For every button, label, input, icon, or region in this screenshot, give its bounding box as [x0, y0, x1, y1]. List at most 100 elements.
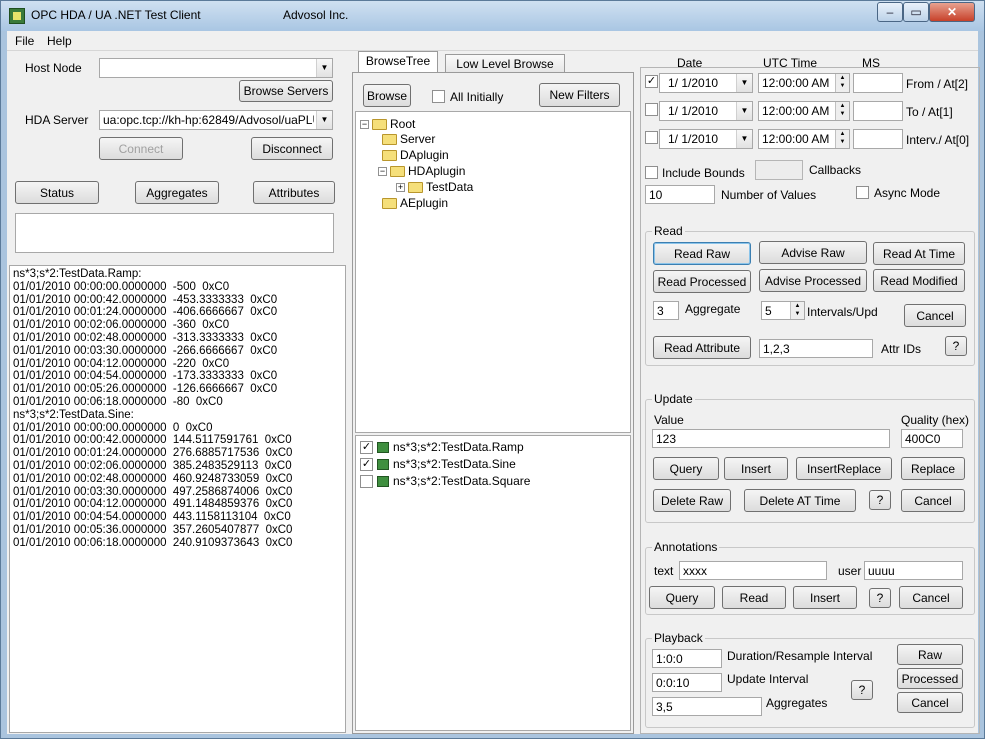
insert-replace-button[interactable]: InsertReplace	[796, 457, 892, 480]
replace-button[interactable]: Replace	[901, 457, 965, 480]
advise-raw-button[interactable]: Advise Raw	[759, 241, 867, 264]
browse-button[interactable]: Browse	[363, 84, 411, 107]
annotation-text-field[interactable]: xxxx	[679, 561, 827, 580]
hda-server-label: HDA Server	[25, 113, 89, 127]
disconnect-button[interactable]: Disconnect	[251, 137, 333, 160]
tab-low-level-browse[interactable]: Low Level Browse	[445, 54, 565, 72]
read-help-button[interactable]: ?	[945, 336, 967, 356]
results-log[interactable]: ns*3;s*2:TestData.Ramp: 01/01/2010 00:00:…	[9, 265, 346, 733]
advise-processed-button[interactable]: Advise Processed	[759, 269, 867, 292]
tag-ramp-checkbox[interactable]: ✓	[360, 441, 373, 455]
annotation-help-button[interactable]: ?	[869, 588, 891, 608]
read-modified-button[interactable]: Read Modified	[873, 269, 965, 292]
playback-help-button[interactable]: ?	[851, 680, 873, 700]
to-date-picker[interactable]: 1/ 1/2010 ▼	[659, 101, 753, 121]
from-checkbox[interactable]: ✓	[645, 75, 658, 88]
to-time-field[interactable]: 12:00:00 AM ▲ ▼	[758, 101, 850, 121]
tree-node-daplugin[interactable]: DAplugin	[382, 148, 449, 162]
attr-ids-field[interactable]: 1,2,3	[759, 339, 873, 358]
attr-ids-label: Attr IDs	[881, 342, 922, 356]
chevron-down-icon[interactable]: ▼	[316, 59, 332, 77]
log-line: 01/01/2010 00:03:30.0000000 497.25868740…	[13, 485, 293, 498]
intervals-field[interactable]: 5 ▲ ▼	[761, 301, 805, 320]
maximize-button[interactable]: ▭	[903, 2, 929, 22]
aggregate-field[interactable]: 3	[653, 301, 679, 320]
connect-button[interactable]: Connect	[99, 137, 183, 160]
playback-processed-button[interactable]: Processed	[897, 668, 963, 689]
async-mode-checkbox[interactable]	[856, 186, 869, 199]
from-date-picker[interactable]: 1/ 1/2010 ▼	[659, 73, 753, 93]
attributes-button[interactable]: Attributes	[253, 181, 335, 204]
collapse-icon[interactable]: −	[378, 167, 387, 177]
update-interval-field[interactable]: 0:0:10	[652, 673, 722, 692]
from-ms-field[interactable]	[853, 73, 903, 93]
delete-at-time-button[interactable]: Delete AT Time	[744, 489, 856, 512]
to-ms-field[interactable]	[853, 101, 903, 121]
new-filters-button[interactable]: New Filters	[539, 83, 620, 107]
update-insert-button[interactable]: Insert	[724, 457, 788, 480]
menu-help[interactable]: Help	[47, 34, 72, 48]
delete-raw-button[interactable]: Delete Raw	[653, 489, 731, 512]
interval-ms-field[interactable]	[853, 129, 903, 149]
playback-cancel-button[interactable]: Cancel	[897, 692, 963, 713]
from-time-field[interactable]: 12:00:00 AM ▲ ▼	[758, 73, 850, 93]
to-checkbox[interactable]	[645, 103, 658, 116]
duration-field[interactable]: 1:0:0	[652, 649, 722, 668]
tree-node-hdaplugin[interactable]: − HDAplugin	[378, 164, 465, 178]
log-lines: ns*3;s*2:TestData.Ramp: 01/01/2010 00:00:…	[13, 268, 342, 550]
tree-node-aeplugin[interactable]: AEplugin	[382, 196, 448, 210]
tag-square-checkbox[interactable]	[360, 475, 373, 489]
read-at-time-button[interactable]: Read At Time	[873, 242, 965, 265]
browse-servers-button[interactable]: Browse Servers	[239, 80, 333, 102]
tree-node-testdata[interactable]: + TestData	[396, 180, 473, 194]
hda-server-combo[interactable]: ua:opc.tcp://kh-hp:62849/Advosol/uaPLUS …	[99, 110, 333, 130]
playback-aggregates-field[interactable]: 3,5	[652, 697, 762, 716]
annotation-user-field[interactable]: uuuu	[864, 561, 963, 580]
annotation-cancel-button[interactable]: Cancel	[899, 586, 963, 609]
close-button[interactable]: ✕	[929, 2, 975, 22]
chevron-down-icon[interactable]: ▼	[736, 74, 752, 92]
chevron-down-icon[interactable]: ▼	[316, 111, 332, 129]
read-cancel-button[interactable]: Cancel	[904, 304, 966, 327]
browse-tree[interactable]: − Root Server DAplugin − HDAplugin + TestDa…	[355, 111, 631, 433]
update-value-field[interactable]: 123	[652, 429, 890, 448]
read-attribute-button[interactable]: Read Attribute	[653, 336, 751, 359]
update-cancel-button[interactable]: Cancel	[901, 489, 965, 512]
expand-icon[interactable]: +	[396, 183, 405, 193]
update-help-button[interactable]: ?	[869, 490, 891, 510]
annotation-read-button[interactable]: Read	[722, 586, 786, 609]
tag-list[interactable]: ✓ ns*3;s*2:TestData.Ramp ✓ ns*3;s*2:TestDa…	[355, 435, 631, 731]
all-initially-checkbox[interactable]	[432, 90, 445, 103]
aggregates-button[interactable]: Aggregates	[135, 181, 219, 204]
num-values-label: Number of Values	[721, 188, 817, 202]
num-values-field[interactable]: 10	[645, 185, 715, 204]
tree-node-root[interactable]: − Root	[360, 117, 415, 131]
minimize-button[interactable]: –	[877, 2, 903, 22]
playback-raw-button[interactable]: Raw	[897, 644, 963, 665]
tree-node-server[interactable]: Server	[382, 132, 435, 146]
chevron-down-icon[interactable]: ▼	[736, 102, 752, 120]
include-bounds-checkbox[interactable]	[645, 166, 658, 179]
interval-date-picker[interactable]: 1/ 1/2010 ▼	[659, 129, 753, 149]
read-raw-button[interactable]: Read Raw	[653, 242, 751, 265]
tag-sine-checkbox[interactable]: ✓	[360, 458, 373, 472]
tab-browsetree[interactable]: BrowseTree	[358, 51, 438, 72]
status-button[interactable]: Status	[15, 181, 99, 204]
tag-item-ramp[interactable]: ✓ ns*3;s*2:TestData.Ramp	[360, 440, 524, 455]
annotation-query-button[interactable]: Query	[649, 586, 715, 609]
menu-file[interactable]: File	[15, 34, 34, 48]
log-line: 01/01/2010 00:05:26.0000000 -126.6666667…	[13, 383, 278, 396]
update-query-button[interactable]: Query	[653, 457, 719, 480]
annotation-insert-button[interactable]: Insert	[793, 586, 857, 609]
interval-checkbox[interactable]	[645, 131, 658, 144]
collapse-icon[interactable]: −	[360, 120, 369, 130]
quality-field[interactable]: 400C0	[901, 429, 963, 448]
log-line: 01/01/2010 00:02:06.0000000 385.24835291…	[13, 459, 292, 472]
read-processed-button[interactable]: Read Processed	[653, 270, 751, 293]
host-node-combo[interactable]: ▼	[99, 58, 333, 78]
chevron-down-icon[interactable]: ▼	[736, 130, 752, 148]
tag-item-sine[interactable]: ✓ ns*3;s*2:TestData.Sine	[360, 457, 516, 472]
tag-item-square[interactable]: ns*3;s*2:TestData.Square	[360, 474, 530, 489]
status-textbox[interactable]	[15, 213, 334, 253]
interval-time-field[interactable]: 12:00:00 AM ▲ ▼	[758, 129, 850, 149]
